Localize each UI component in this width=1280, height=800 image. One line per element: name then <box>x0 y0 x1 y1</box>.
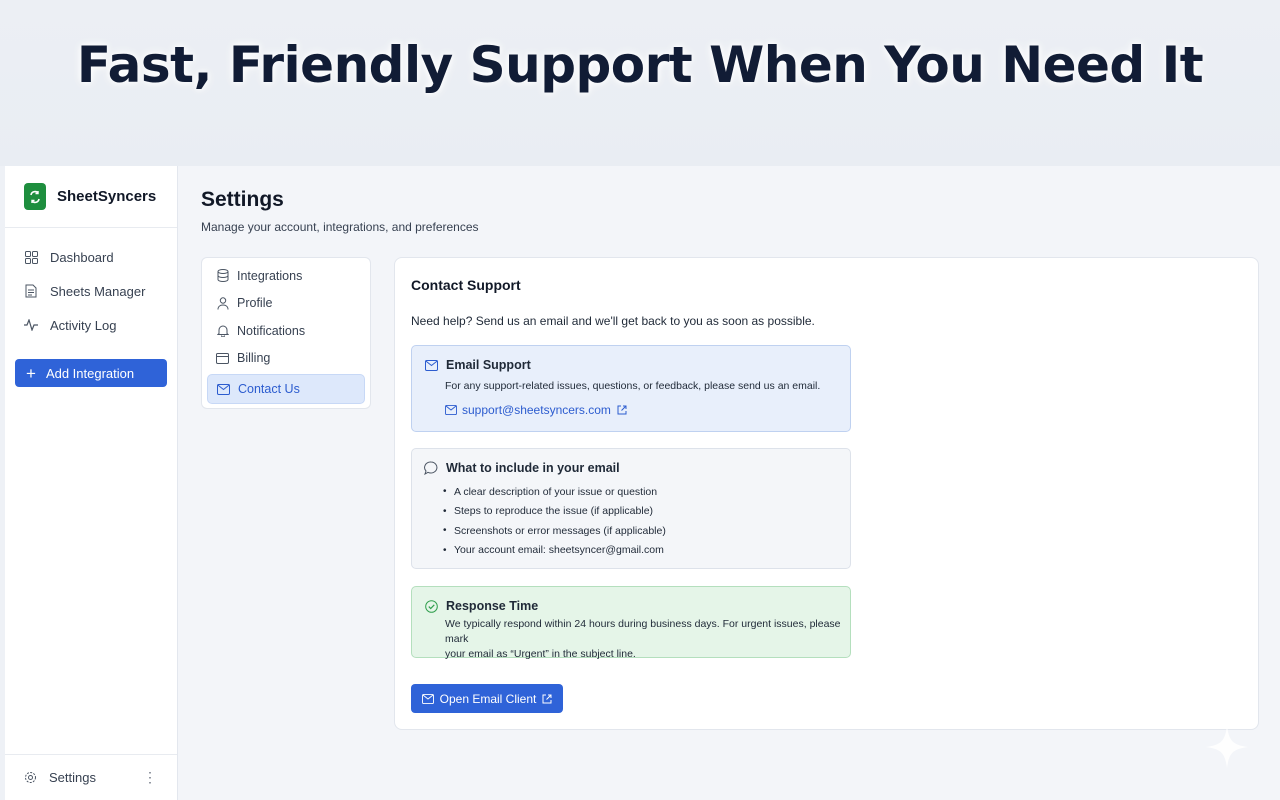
tab-label: Integrations <box>237 268 303 283</box>
list-item: • A clear description of your issue or qu… <box>443 485 658 498</box>
include-list: • A clear description of your issue or qu… <box>443 482 666 560</box>
sidebar-nav: Dashboard Sheets Manager Activity Log + … <box>5 228 177 387</box>
page-title: Settings <box>201 188 284 211</box>
mail-icon <box>424 358 438 372</box>
external-link-icon <box>617 405 627 415</box>
box-title: What to include in your email <box>446 461 620 475</box>
tab-label: Profile <box>237 296 273 311</box>
email-support-box: Email Support For any support-related is… <box>411 345 851 432</box>
response-text-line: your email as “Urgent” in the subject li… <box>445 648 636 660</box>
card-intro: Need help? Send us an email and we'll ge… <box>411 314 815 328</box>
document-icon <box>24 284 38 298</box>
tab-label: Notifications <box>237 323 306 338</box>
hero-title: Fast, Friendly Support When You Need It <box>76 36 1204 94</box>
more-options-icon[interactable]: ⋮ <box>143 769 157 786</box>
open-email-client-button[interactable]: Open Email Client <box>411 684 563 713</box>
box-heading: What to include in your email <box>424 461 620 475</box>
sidebar-item-label: Activity Log <box>50 317 117 333</box>
open-email-client-label: Open Email Client <box>439 691 537 706</box>
sidebar-item-sheets-manager[interactable]: Sheets Manager <box>5 274 177 308</box>
tab-label: Billing <box>237 351 271 366</box>
user-icon <box>216 297 229 310</box>
response-text-line: We typically respond within 24 hours dur… <box>445 618 841 645</box>
sparkle-icon <box>1206 726 1248 768</box>
list-item: • Steps to reproduce the issue (if applic… <box>443 505 654 518</box>
tab-notifications[interactable]: Notifications <box>207 317 365 345</box>
box-heading: Response Time <box>424 599 538 613</box>
hero-banner: Fast, Friendly Support When You Need It <box>0 0 1280 166</box>
tab-integrations[interactable]: Integrations <box>207 262 365 290</box>
mail-icon <box>421 693 434 704</box>
sidebar-item-label: Sheets Manager <box>50 283 146 299</box>
card-title: Contact Support <box>411 277 521 293</box>
tab-profile[interactable]: Profile <box>207 290 365 318</box>
box-text: For any support-related issues, question… <box>445 380 821 392</box>
settings-subnav: Integrations Profile Notifications Billi… <box>201 257 371 409</box>
contact-support-card: Contact Support Need help? Send us an em… <box>394 257 1259 730</box>
sidebar-item-label: Settings <box>49 770 96 785</box>
external-link-icon <box>542 694 552 704</box>
sidebar-item-label: Dashboard <box>50 249 114 265</box>
check-circle-icon <box>424 599 438 613</box>
page-subtitle: Manage your account, integrations, and p… <box>201 220 479 234</box>
mail-icon <box>217 383 230 396</box>
brand[interactable]: SheetSyncers <box>5 166 177 228</box>
box-title: Response Time <box>446 599 539 613</box>
response-time-box: Response Time We typically respond withi… <box>411 586 851 660</box>
box-heading: Email Support <box>424 358 531 372</box>
gear-icon <box>24 771 37 784</box>
activity-icon <box>24 318 38 332</box>
support-email-text: support@sheetsyncers.com <box>462 403 611 417</box>
grid-icon <box>24 250 38 264</box>
app-window: SheetSyncers Dashboard Sheets Manager Ac… <box>5 166 1280 800</box>
add-integration-label: Add Integration <box>45 365 135 381</box>
credit-card-icon <box>216 352 229 365</box>
tab-contact-us[interactable]: Contact Us <box>207 374 365 404</box>
sidebar-item-activity-log[interactable]: Activity Log <box>5 308 177 342</box>
list-item: • Your account email: sheetsyncer@gmail.c… <box>443 544 664 557</box>
add-integration-button[interactable]: + Add Integration <box>15 359 167 387</box>
sidebar: SheetSyncers Dashboard Sheets Manager Ac… <box>5 166 178 800</box>
support-email-link[interactable]: support@sheetsyncers.com <box>445 403 627 417</box>
bell-icon <box>216 324 229 338</box>
sheet-sync-logo-icon <box>24 183 46 210</box>
mail-icon <box>445 405 457 415</box>
plus-icon: + <box>26 363 36 383</box>
list-item: • Screenshots or error messages (if appli… <box>443 524 666 537</box>
sidebar-item-dashboard[interactable]: Dashboard <box>5 240 177 274</box>
tab-billing[interactable]: Billing <box>207 345 365 373</box>
sidebar-item-settings[interactable]: Settings ⋮ <box>5 754 177 800</box>
brand-name: SheetSyncers <box>57 188 157 205</box>
chat-bubble-icon <box>424 461 438 475</box>
tab-label: Contact Us <box>238 382 300 396</box>
box-title: Email Support <box>446 358 531 372</box>
main-content: Settings Manage your account, integratio… <box>178 166 1280 800</box>
what-to-include-box: What to include in your email • A clear d… <box>411 448 851 569</box>
box-text: We typically respond within 24 hours dur… <box>445 617 850 662</box>
database-icon <box>216 269 229 283</box>
